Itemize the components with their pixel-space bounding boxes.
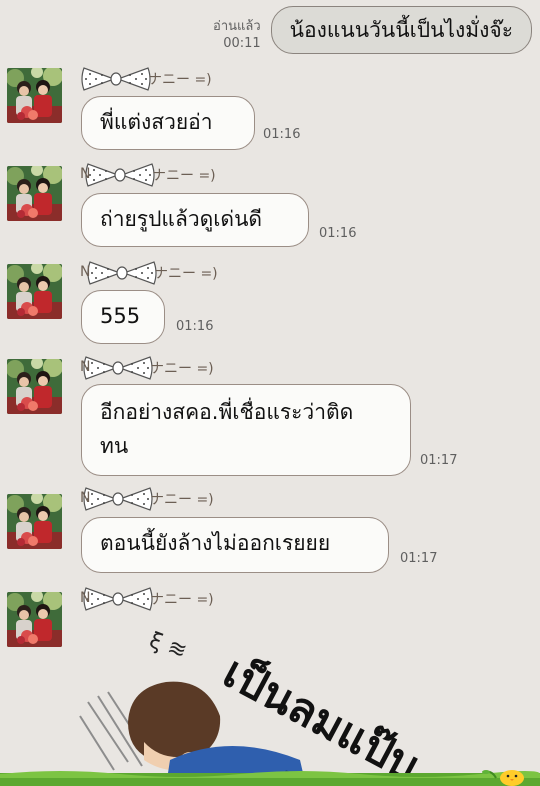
message-bubble[interactable]: 555	[81, 290, 165, 344]
sender-avatar[interactable]	[7, 359, 62, 414]
sender-name: ナニー =)	[152, 168, 216, 184]
message-text-line: อีกอย่างสคอ.พี่เชื่อแระว่าติด	[100, 400, 354, 424]
message-time: 01:17	[400, 551, 438, 566]
sender-avatar[interactable]	[7, 264, 62, 319]
sent-message-row: อ่านแล้ว 00:11 น้องแนนวันนี้เป็นไงมั่งจ๊…	[213, 6, 532, 54]
bow-icon	[87, 261, 157, 285]
message-time: 01:16	[176, 319, 214, 334]
sender-avatar[interactable]	[7, 592, 62, 647]
sender-name-initial: N	[80, 264, 91, 280]
sender-name: ナニー =)	[154, 266, 218, 282]
grass-strip	[0, 770, 540, 786]
sender-name-row: ナニー =)	[80, 66, 212, 92]
sender-avatar[interactable]	[7, 494, 62, 549]
sent-message-bubble[interactable]: น้องแนนวันนี้เป็นไงมั่งจ๊ะ	[270, 6, 532, 54]
sender-name-row: N ナニー =)	[80, 486, 214, 512]
sender-name: ナニー =)	[150, 492, 214, 508]
fainting-sticker[interactable]: เป็นลมแป๊บ ξ ≋	[70, 620, 540, 786]
bow-icon	[85, 163, 155, 187]
sender-name-initial: N	[80, 166, 91, 182]
chick-icon	[500, 770, 524, 786]
sender-name-row: N ナニー =)	[80, 260, 218, 286]
bow-icon	[83, 356, 153, 380]
sender-avatar[interactable]	[7, 68, 62, 123]
sender-name: ナニー =)	[148, 72, 212, 88]
sticker-sound-text: ξ ≋	[146, 628, 190, 664]
sender-name: ナニー =)	[150, 361, 214, 377]
sent-time: 00:11	[223, 36, 261, 51]
bow-icon	[83, 587, 153, 611]
sender-name-row: N ナニー =)	[80, 355, 214, 381]
message-time: 01:16	[319, 226, 357, 241]
bow-icon	[83, 487, 153, 511]
message-time: 01:16	[263, 127, 301, 142]
sent-message-meta: อ่านแล้ว 00:11	[213, 18, 261, 52]
sender-avatar[interactable]	[7, 166, 62, 221]
message-bubble[interactable]: อีกอย่างสคอ.พี่เชื่อแระว่าติด ทน	[81, 384, 411, 476]
sender-name-row: N ナニー =)	[80, 586, 214, 612]
message-bubble[interactable]: ถ่ายรูปแล้วดูเด่นดี	[81, 193, 309, 247]
sender-name-initial: N	[80, 490, 91, 506]
message-bubble[interactable]: พี่แต่งสวยอ่า	[81, 96, 255, 150]
sender-name: ナニー =)	[150, 592, 214, 608]
read-receipt: อ่านแล้ว	[213, 19, 261, 34]
sender-name-initial: N	[80, 590, 91, 606]
sender-name-initial: N	[80, 359, 91, 375]
sender-name-row: N ナニー =)	[80, 162, 216, 188]
message-bubble[interactable]: ตอนนี้ยังล้างไม่ออกเรยยย	[81, 517, 389, 573]
message-text-line: ทน	[100, 434, 129, 458]
message-time: 01:17	[420, 453, 458, 468]
bow-icon	[81, 67, 151, 91]
